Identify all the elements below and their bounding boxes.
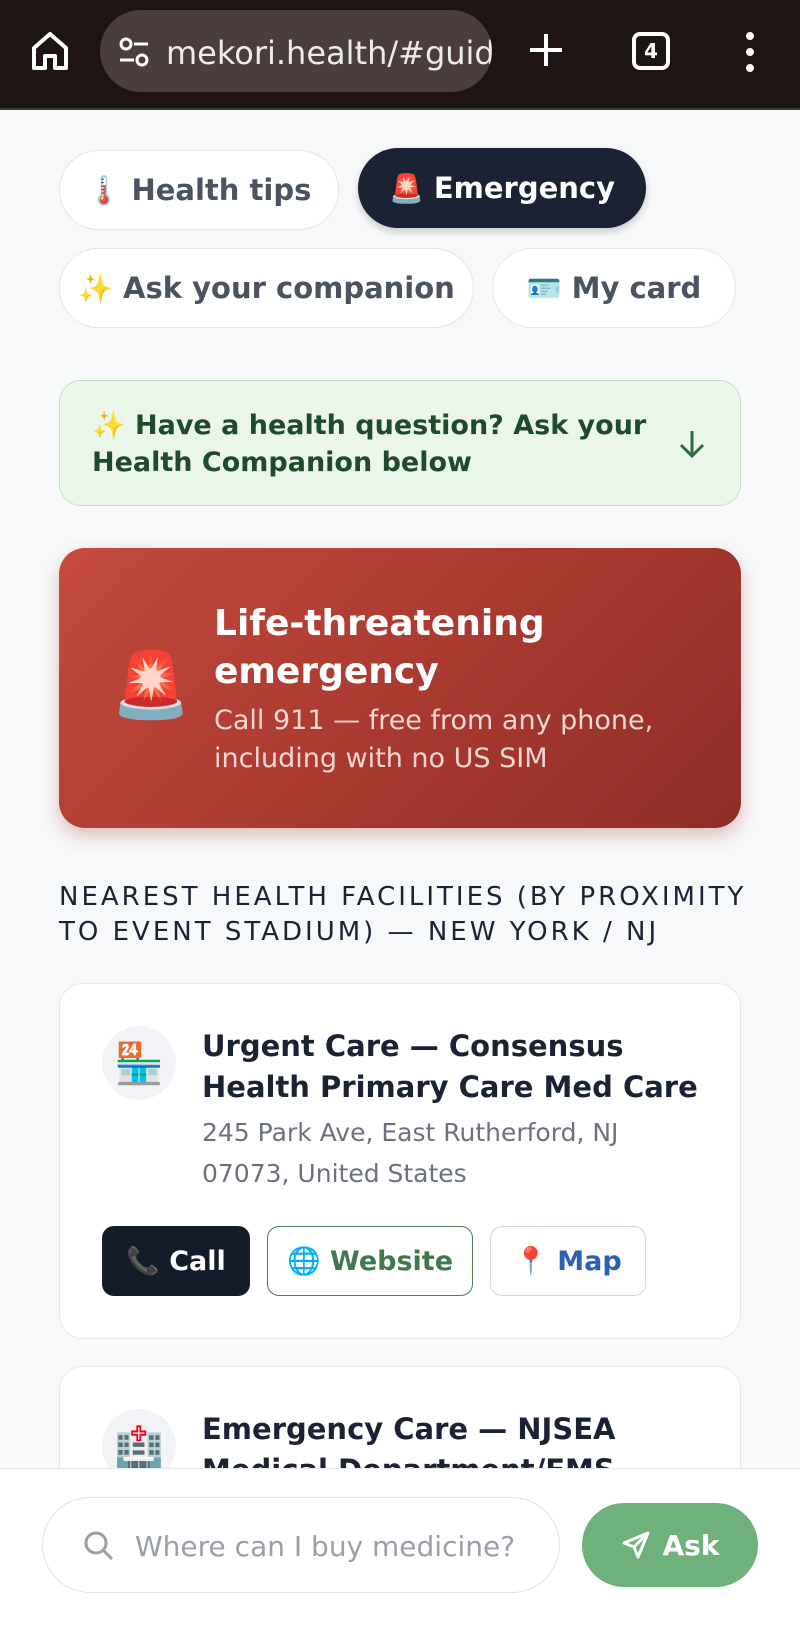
ask-bar: Ask	[0, 1468, 800, 1626]
tab-switcher-button[interactable]: 4	[632, 32, 670, 70]
tab-ask-companion[interactable]: ✨ Ask your companion	[59, 248, 474, 328]
search-icon	[84, 1531, 114, 1561]
site-settings-icon[interactable]	[116, 34, 152, 70]
ask-input-wrapper[interactable]	[42, 1497, 560, 1593]
arrow-down-icon	[679, 431, 705, 459]
map-button[interactable]: 📍 Map	[490, 1226, 646, 1296]
facilities-heading: NEAREST HEALTH FACILITIES (BY PROXIMITY …	[59, 882, 747, 947]
url-text: mekori.health/#guid	[166, 34, 492, 72]
tab-my-card[interactable]: 🪪 My card	[492, 248, 736, 328]
tab-health-tips[interactable]: 🌡️ Health tips	[59, 150, 339, 230]
tab-count: 4	[644, 39, 658, 63]
emergency-card[interactable]: 🚨 Life-threatening emergency Call 911 — …	[59, 548, 741, 828]
tab-emergency[interactable]: 🚨 Emergency	[358, 148, 646, 228]
convenience-store-icon: 🏪	[102, 1026, 176, 1100]
emergency-title: Life-threatening emergency	[214, 603, 545, 692]
ask-button[interactable]: Ask	[582, 1503, 758, 1587]
siren-icon: 🚨	[111, 649, 191, 723]
sparkles-icon: ✨	[78, 271, 114, 305]
call-button[interactable]: 📞 Call	[102, 1226, 250, 1296]
notice-text: ✨ Have a health question? Ask your Healt…	[92, 410, 647, 478]
tab-health-tips-label: Health tips	[131, 173, 312, 207]
tab-my-card-label: My card	[571, 271, 702, 305]
ask-button-label: Ask	[662, 1528, 720, 1562]
ask-companion-notice[interactable]: ✨ Have a health question? Ask your Healt…	[59, 380, 741, 506]
browser-toolbar: mekori.health/#guid 4	[0, 0, 800, 110]
facility-address: 245 Park Ave, East Rutherford, NJ 07073,…	[202, 1118, 619, 1188]
address-bar[interactable]: mekori.health/#guid	[100, 10, 492, 92]
tab-emergency-label: Emergency	[433, 171, 616, 205]
home-icon[interactable]	[26, 26, 74, 74]
facility-name: Urgent Care — Consensus Health Primary C…	[202, 1029, 698, 1104]
siren-icon: 🚨	[388, 171, 424, 205]
thermometer-icon: 🌡️	[86, 173, 122, 207]
facility-card: 🏪 Urgent Care — Consensus Health Primary…	[59, 983, 741, 1339]
id-card-icon: 🪪	[526, 271, 562, 305]
tab-ask-companion-label: Ask your companion	[123, 271, 455, 305]
emergency-subtitle: Call 911 — free from any phone, includin…	[214, 705, 654, 774]
ask-input[interactable]	[135, 1518, 545, 1574]
send-icon	[622, 1531, 650, 1559]
website-button[interactable]: 🌐 Website	[267, 1226, 473, 1296]
new-tab-icon[interactable]	[526, 30, 566, 70]
more-menu-icon[interactable]	[738, 30, 762, 74]
